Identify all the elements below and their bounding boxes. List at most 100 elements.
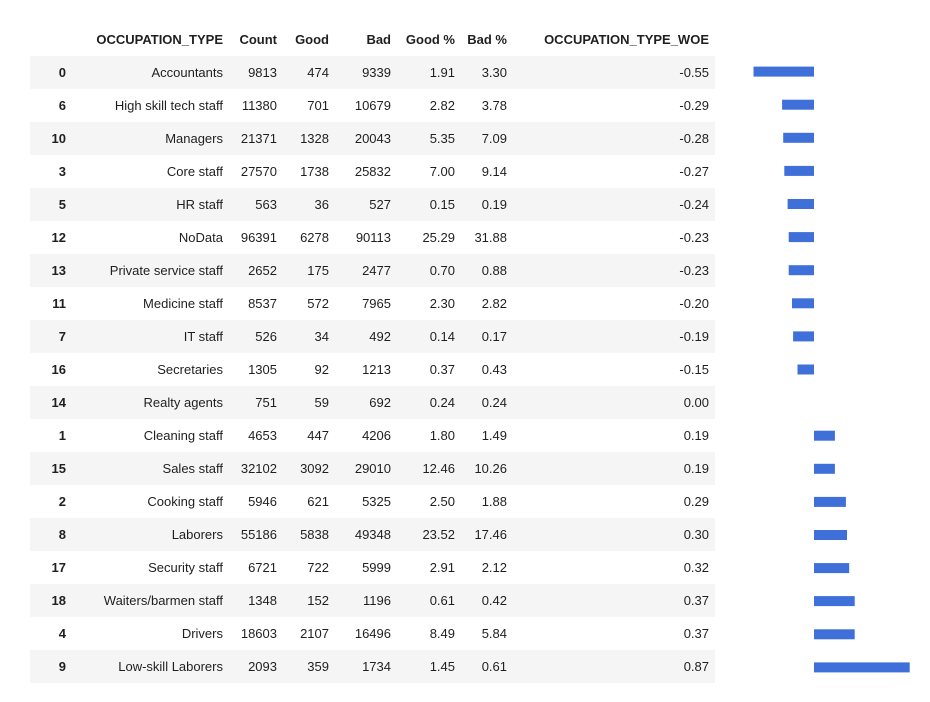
occupation-type-cell: Security staff <box>72 551 229 584</box>
bad-pct-cell: 2.82 <box>461 287 513 320</box>
bad-pct-cell: 0.42 <box>461 584 513 617</box>
good-pct-cell: 0.24 <box>397 386 461 419</box>
good-pct-cell: 7.00 <box>397 155 461 188</box>
row-index: 1 <box>30 419 72 452</box>
table-row: 2 Cooking staff 5946 621 5325 2.50 1.88 0.29 <box>30 485 715 518</box>
woe-bar <box>814 530 847 540</box>
count-cell: 4653 <box>229 419 283 452</box>
bad-cell: 4206 <box>335 419 397 452</box>
bad-cell: 20043 <box>335 122 397 155</box>
woe-cell: -0.29 <box>513 89 715 122</box>
woe-bar <box>814 563 850 574</box>
count-cell: 5946 <box>229 485 283 518</box>
occupation-type-cell: Cleaning staff <box>72 419 229 452</box>
bad-pct-cell: 2.12 <box>461 551 513 584</box>
table-row: 6 High skill tech staff 11380 701 10679 2.82 3… <box>30 89 715 122</box>
woe-bar <box>797 364 814 375</box>
row-index: 7 <box>30 320 72 353</box>
good-pct-cell: 12.46 <box>397 452 461 485</box>
row-index: 2 <box>30 485 72 518</box>
bad-pct-cell: 5.84 <box>461 617 513 650</box>
occupation-type-cell: Drivers <box>72 617 229 650</box>
table-row: 17 Security staff 6721 722 5999 2.91 2.12 0.32 <box>30 551 715 584</box>
row-index: 16 <box>30 353 72 386</box>
woe-cell: 0.37 <box>513 584 715 617</box>
good-cell: 92 <box>283 353 335 386</box>
count-cell: 11380 <box>229 89 283 122</box>
bad-pct-cell: 0.17 <box>461 320 513 353</box>
count-cell: 9813 <box>229 56 283 89</box>
bad-pct-cell: 10.26 <box>461 452 513 485</box>
good-cell: 3092 <box>283 452 335 485</box>
row-index: 17 <box>30 551 72 584</box>
occupation-type-cell: High skill tech staff <box>72 89 229 122</box>
woe-cell: 0.32 <box>513 551 715 584</box>
good-pct-cell: 8.49 <box>397 617 461 650</box>
woe-cell: 0.29 <box>513 485 715 518</box>
count-cell: 8537 <box>229 287 283 320</box>
good-cell: 359 <box>283 650 335 683</box>
bad-header: Bad <box>366 31 391 47</box>
woe-bar <box>814 662 910 673</box>
woe-cell: -0.23 <box>513 221 715 254</box>
count-cell: 27570 <box>229 155 283 188</box>
woe-bar <box>784 165 814 176</box>
occupation-type-cell: Cooking staff <box>72 485 229 518</box>
bad-pct-cell: 0.19 <box>461 188 513 221</box>
count-cell: 1305 <box>229 353 283 386</box>
woe-header: OCCUPATION_TYPE_WOE <box>544 31 709 47</box>
woe-cell: 0.00 <box>513 386 715 419</box>
good-cell: 59 <box>283 386 335 419</box>
good-cell: 1738 <box>283 155 335 188</box>
bad-cell: 49348 <box>335 518 397 551</box>
occupation-type-cell: Sales staff <box>72 452 229 485</box>
count-cell: 751 <box>229 386 283 419</box>
woe-cell: -0.23 <box>513 254 715 287</box>
occupation-type-header: OCCUPATION_TYPE <box>96 31 223 47</box>
woe-cell: 0.19 <box>513 419 715 452</box>
woe-table: OCCUPATION_TYPE Count Good Bad Good % Ba… <box>30 22 715 683</box>
good-pct-cell: 23.52 <box>397 518 461 551</box>
good-pct-cell: 0.70 <box>397 254 461 287</box>
good-pct-cell: 2.50 <box>397 485 461 518</box>
count-cell: 96391 <box>229 221 283 254</box>
woe-bar <box>814 629 855 640</box>
bad-cell: 1213 <box>335 353 397 386</box>
count-cell: 563 <box>229 188 283 221</box>
bad-cell: 16496 <box>335 617 397 650</box>
good-cell: 36 <box>283 188 335 221</box>
row-index: 13 <box>30 254 72 287</box>
table-header-row: OCCUPATION_TYPE Count Good Bad Good % Ba… <box>30 22 715 56</box>
count-header: Count <box>239 31 277 47</box>
bad-cell: 492 <box>335 320 397 353</box>
table-row: 15 Sales staff 32102 3092 29010 12.46 10.26 0.1… <box>30 452 715 485</box>
table-row: 8 Laborers 55186 5838 49348 23.52 17.46 0.30 <box>30 518 715 551</box>
occupation-type-cell: Managers <box>72 122 229 155</box>
woe-bar <box>814 496 846 507</box>
table-row: 7 IT staff 526 34 492 0.14 0.17 -0.19 <box>30 320 715 353</box>
woe-bar <box>753 66 814 77</box>
index-header <box>30 22 72 56</box>
good-header: Good <box>295 31 329 47</box>
good-cell: 175 <box>283 254 335 287</box>
count-cell: 2652 <box>229 254 283 287</box>
bad-pct-header: Bad % <box>467 31 507 47</box>
woe-bar-chart <box>753 66 910 673</box>
woe-cell: 0.87 <box>513 650 715 683</box>
woe-bar <box>814 463 835 474</box>
woe-cell: 0.37 <box>513 617 715 650</box>
row-index: 10 <box>30 122 72 155</box>
woe-cell: -0.24 <box>513 188 715 221</box>
bad-pct-cell: 31.88 <box>461 221 513 254</box>
bad-cell: 9339 <box>335 56 397 89</box>
good-cell: 6278 <box>283 221 335 254</box>
woe-bar <box>788 265 814 276</box>
bad-cell: 5325 <box>335 485 397 518</box>
occupation-type-cell: Laborers <box>72 518 229 551</box>
good-cell: 447 <box>283 419 335 452</box>
bad-pct-cell: 0.24 <box>461 386 513 419</box>
occupation-type-cell: IT staff <box>72 320 229 353</box>
good-pct-cell: 0.37 <box>397 353 461 386</box>
occupation-type-cell: Low-skill Laborers <box>72 650 229 683</box>
dataframe-view: OCCUPATION_TYPE Count Good Bad Good % Ba… <box>0 0 930 702</box>
